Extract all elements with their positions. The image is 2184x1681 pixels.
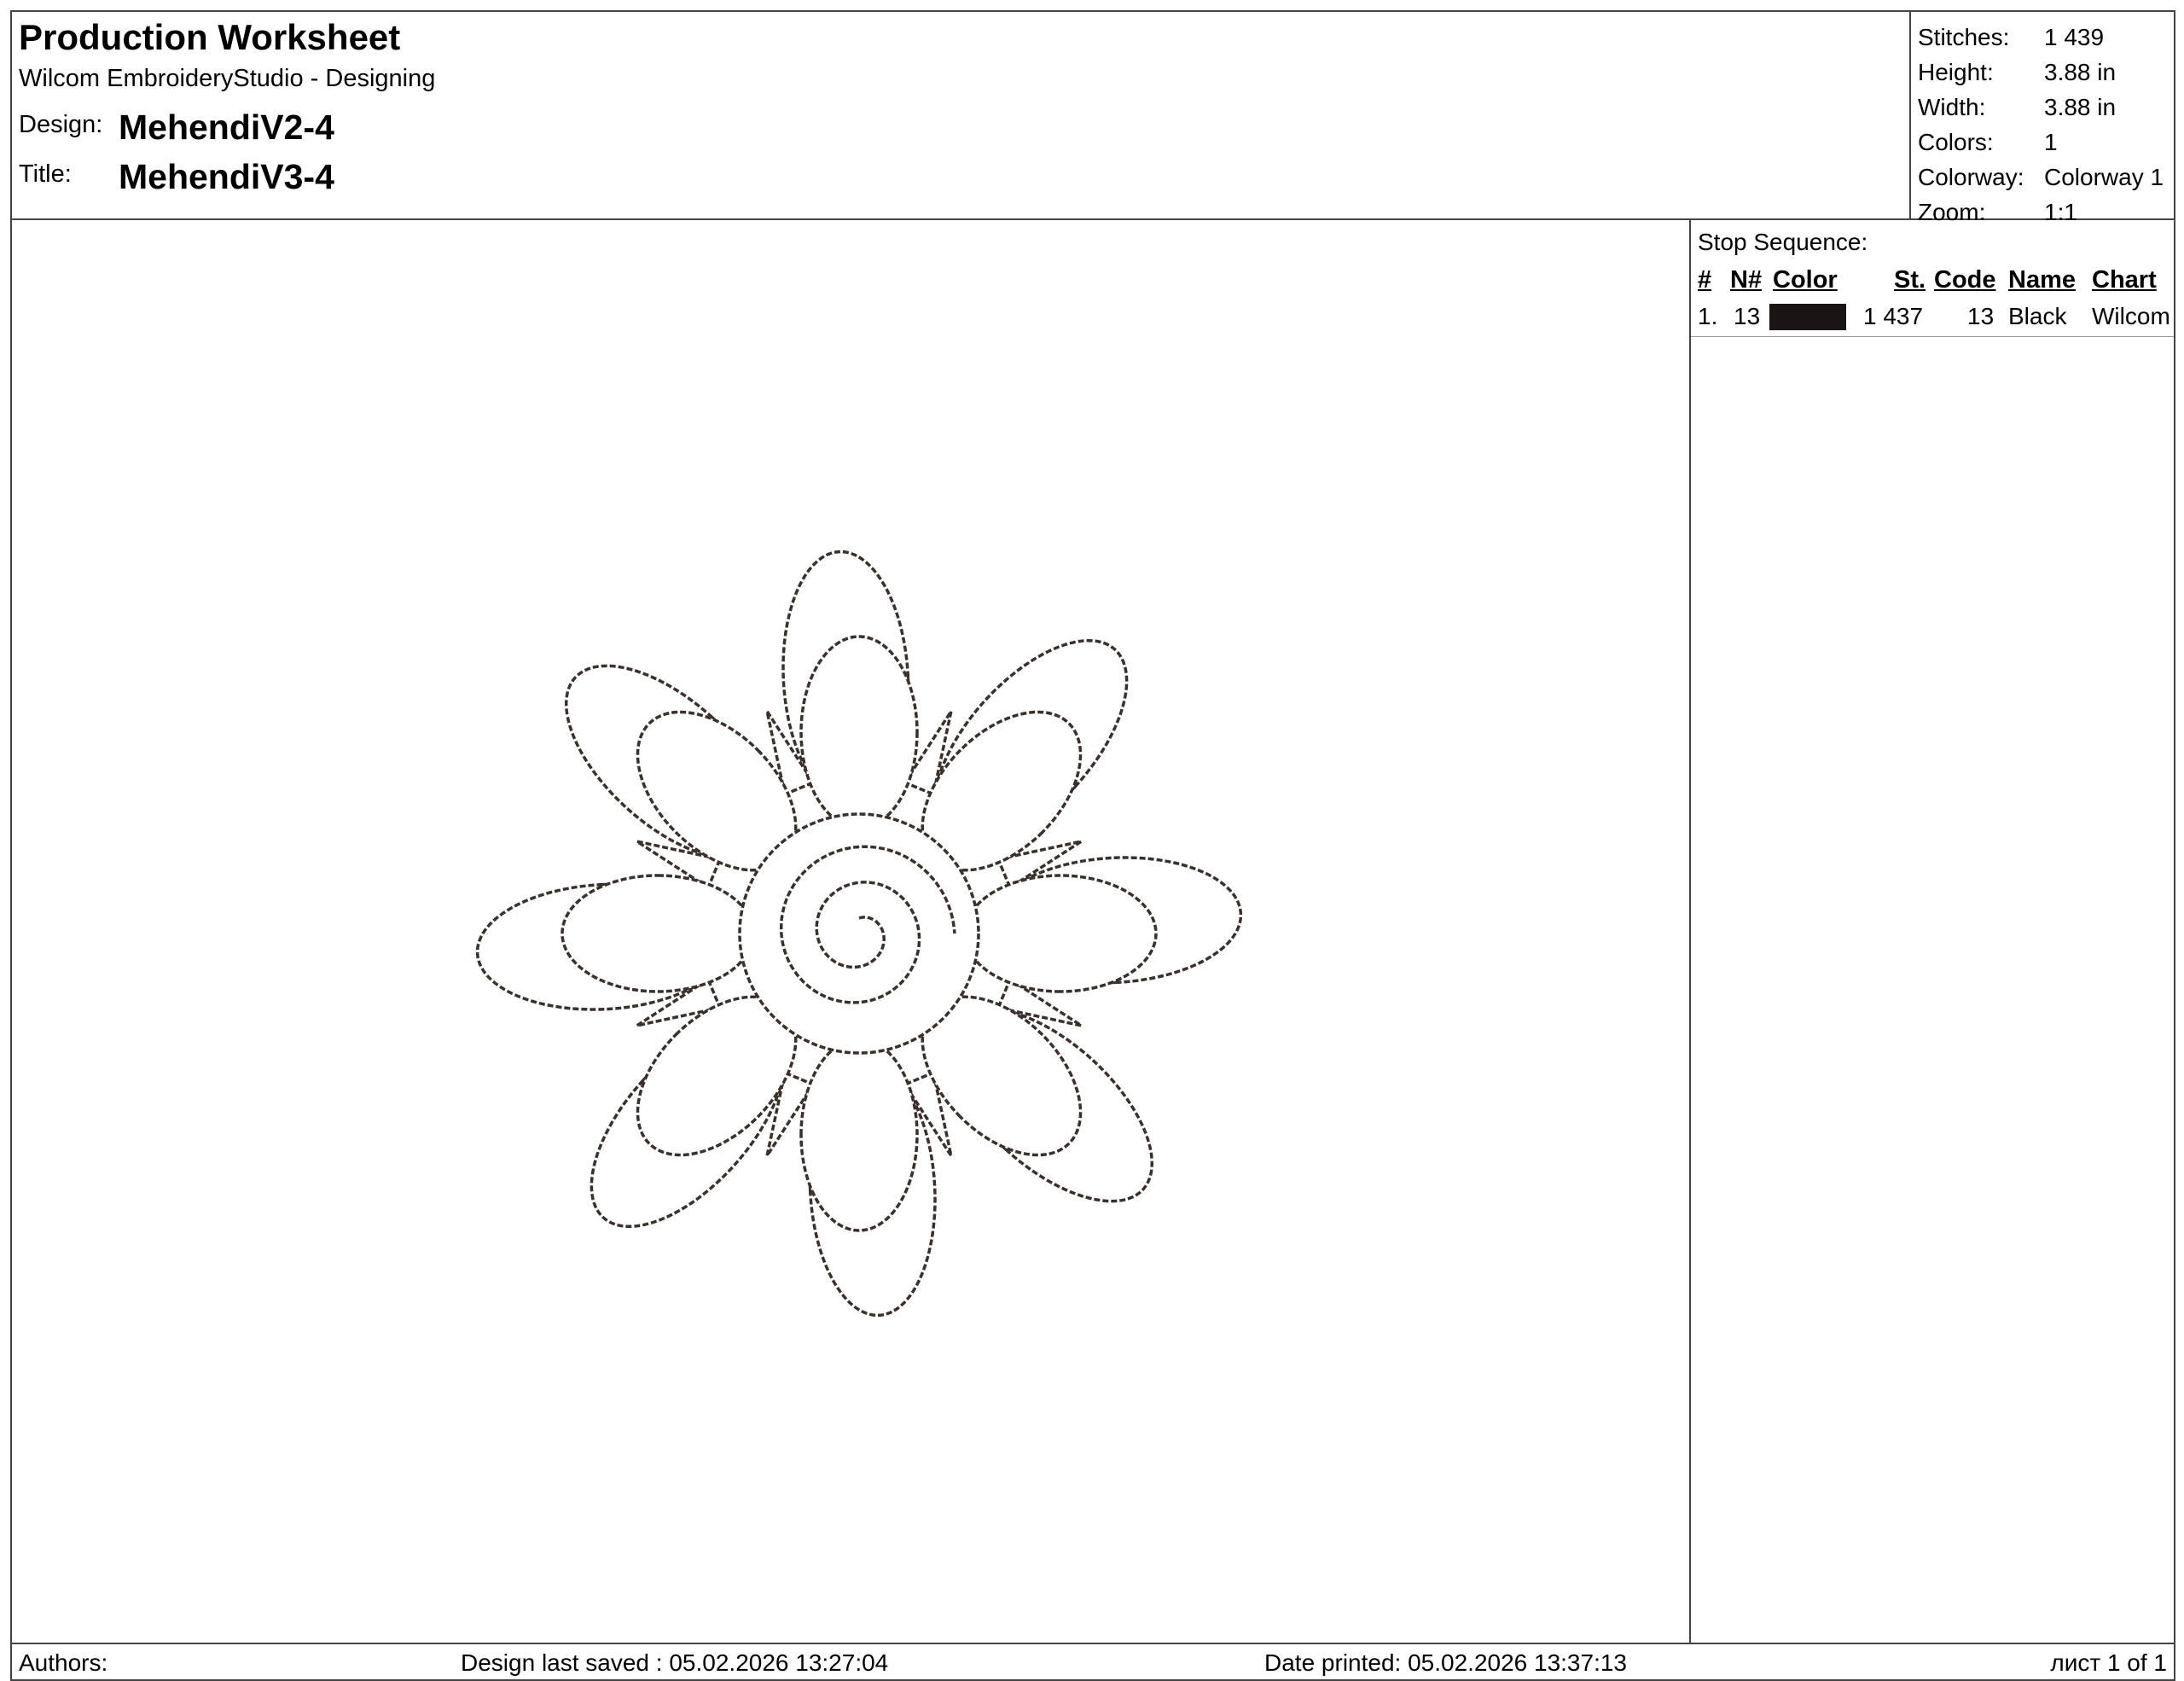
stat-label: Width: [1918, 94, 1986, 120]
row-chart: Wilcom [2092, 303, 2170, 329]
stat-label: Colors: [1918, 129, 1994, 155]
worksheet-page: Production Worksheet Wilcom EmbroiderySt… [10, 10, 2175, 1681]
stop-sequence-panel: Stop Sequence: # N# Color St. Code Name … [1689, 220, 2174, 1643]
header-color: Color [1773, 266, 1838, 294]
design-name: MehendiV2-4 [119, 108, 334, 147]
stat-label: Stitches: [1918, 24, 2010, 50]
worksheet-title: Production Worksheet [19, 17, 401, 57]
inner-petal [799, 1038, 919, 1232]
page-number: лист 1 of 1 [2050, 1649, 2167, 1676]
worksheet-footer: Authors: Design last saved : 05.02.2026 … [12, 1643, 2174, 1681]
row-color-name: Black [2008, 303, 2067, 329]
stat-value: 3.88 in [2044, 94, 2117, 120]
stat-label: Colorway: [1918, 164, 2024, 190]
inner-petal [561, 874, 755, 993]
stat-value: Colorway 1 [2044, 164, 2164, 190]
embroidery-design-preview [475, 550, 1243, 1317]
flower-center-ring [738, 812, 980, 1055]
row-needle: 13 [1734, 303, 1761, 329]
header-name: Name [2008, 266, 2076, 294]
date-printed: Date printed: 05.02.2026 13:37:13 [1264, 1649, 1628, 1676]
header-stitches: St. [1894, 266, 1926, 294]
design-last-saved: Design last saved : 05.02.2026 13:27:04 [461, 1649, 889, 1676]
application-name: Wilcom EmbroideryStudio - Designing [19, 65, 436, 92]
design-stats-panel: Stitches: 1 439 Height: 3.88 in Width: 3… [1909, 12, 2174, 225]
stop-sequence-title: Stop Sequence: [1698, 229, 1868, 255]
stat-label: Height: [1918, 59, 1994, 85]
design-canvas [12, 220, 1689, 1643]
row-code: 13 [1967, 303, 1995, 329]
inner-petal [963, 874, 1158, 993]
stat-value: 3.88 in [2044, 59, 2117, 85]
worksheet-header: Production Worksheet Wilcom EmbroiderySt… [12, 12, 2174, 225]
row-number: 1. [1698, 303, 1718, 329]
color-swatch [1769, 304, 1846, 330]
title-label: Title: [19, 160, 72, 188]
header-code: Code [1934, 266, 1996, 294]
header-number: # [1698, 266, 1712, 294]
header-chart: Chart [2092, 266, 2157, 294]
inner-petal [799, 635, 919, 829]
stat-value: 1 439 [2044, 24, 2105, 50]
header-needle: N# [1730, 266, 1763, 294]
design-label: Design: [19, 111, 103, 138]
design-title: MehendiV3-4 [119, 157, 334, 196]
stat-value: 1 [2044, 129, 2058, 155]
row-divider [1691, 336, 2174, 337]
flower-design [475, 550, 1243, 1317]
row-stitches: 1 437 [1863, 303, 1924, 329]
authors-label: Authors: [19, 1649, 108, 1676]
